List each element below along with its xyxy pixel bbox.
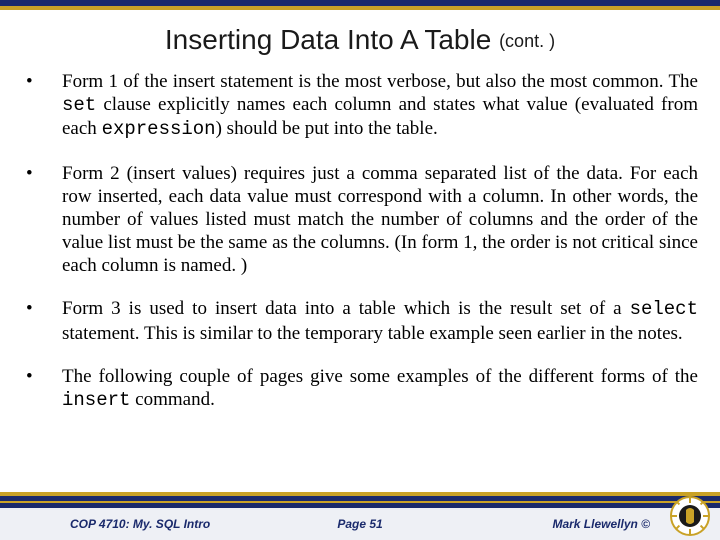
bullet-item: • The following couple of pages give som…	[22, 365, 698, 412]
ucf-logo-icon	[670, 496, 710, 536]
bullet-marker: •	[22, 162, 62, 278]
footer-decorative-bar	[0, 492, 720, 508]
title-continued: (cont. )	[499, 31, 555, 51]
text-span: Form 3 is used to insert data into a tab…	[62, 298, 630, 319]
bullet-item: • Form 1 of the insert statement is the …	[22, 70, 698, 142]
top-decorative-bar	[0, 0, 720, 10]
code-span: set	[62, 94, 96, 116]
slide: Inserting Data Into A Table (cont. ) • F…	[0, 0, 720, 540]
footer-author: Mark Llewellyn ©	[552, 517, 650, 531]
title-main: Inserting Data Into A Table	[165, 24, 491, 55]
code-span: select	[630, 298, 698, 320]
bullet-text: Form 3 is used to insert data into a tab…	[62, 297, 698, 344]
footer-bar: COP 4710: My. SQL Intro Page 51 Mark Lle…	[0, 508, 720, 540]
text-span: statement. This is similar to the tempor…	[62, 323, 683, 344]
bullet-item: • Form 3 is used to insert data into a t…	[22, 297, 698, 344]
code-span: insert	[62, 389, 130, 411]
text-span: ) should be put into the table.	[216, 118, 438, 139]
bullet-text: Form 1 of the insert statement is the mo…	[62, 70, 698, 142]
text-span: The following couple of pages give some …	[62, 366, 698, 387]
bullet-text: The following couple of pages give some …	[62, 365, 698, 412]
bullet-marker: •	[22, 365, 62, 412]
code-span: expression	[102, 118, 216, 140]
bullet-marker: •	[22, 297, 62, 344]
text-span: command.	[130, 389, 214, 410]
bullet-marker: •	[22, 70, 62, 142]
footer-page-number: Page 51	[337, 517, 382, 531]
slide-title: Inserting Data Into A Table (cont. )	[0, 24, 720, 56]
footer: COP 4710: My. SQL Intro Page 51 Mark Lle…	[0, 492, 720, 540]
bullet-text: Form 2 (insert values) requires just a c…	[62, 162, 698, 278]
text-span: Form 1 of the insert statement is the mo…	[62, 71, 698, 92]
bullet-item: • Form 2 (insert values) requires just a…	[22, 162, 698, 278]
footer-course: COP 4710: My. SQL Intro	[70, 517, 210, 531]
content-area: • Form 1 of the insert statement is the …	[0, 70, 720, 412]
